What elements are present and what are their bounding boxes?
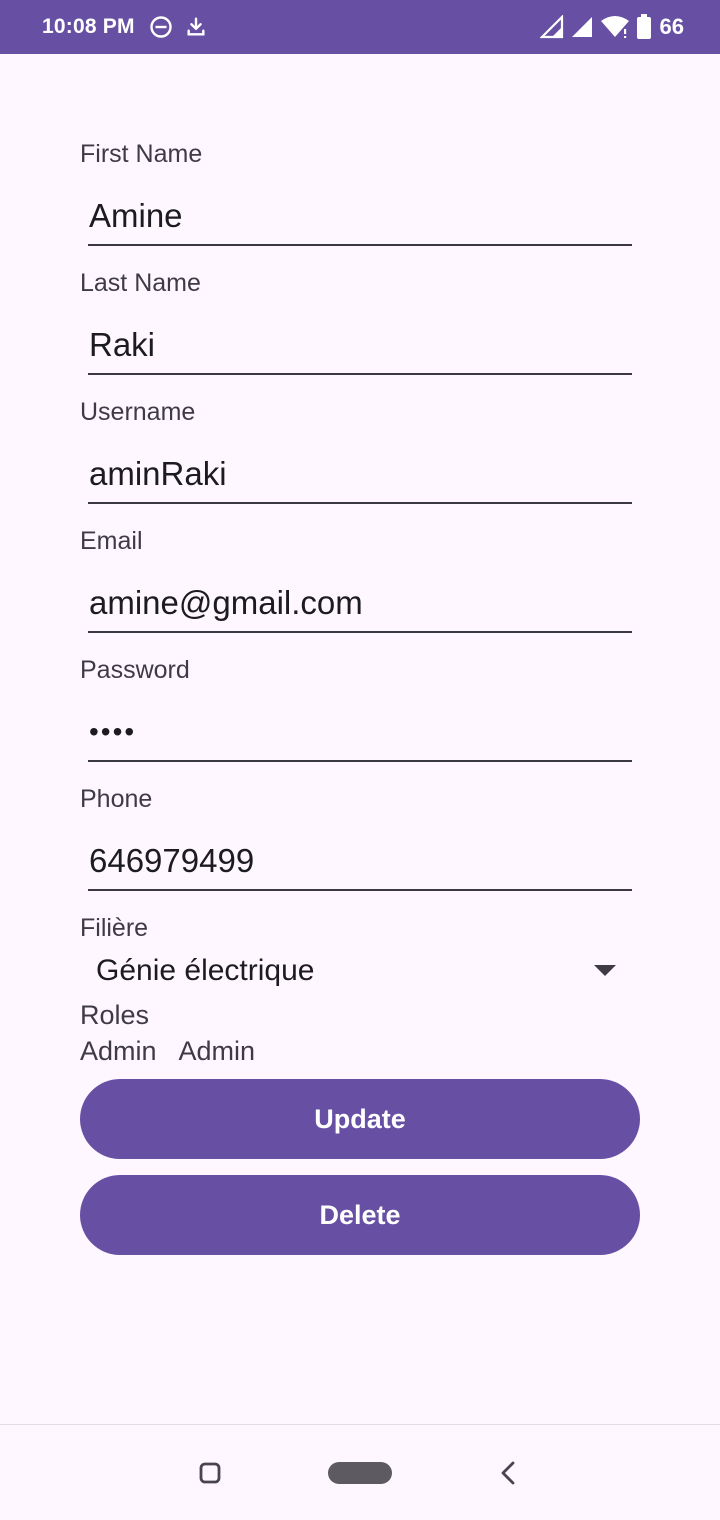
navigation-bar (0, 1424, 720, 1520)
filiere-label: Filière (80, 914, 149, 942)
phone-label: Phone (80, 785, 153, 813)
status-bar: 10:08 PM 66 (0, 0, 720, 54)
recents-icon (199, 1462, 221, 1484)
last-name-label: Last Name (80, 269, 201, 297)
home-button[interactable] (322, 1453, 398, 1493)
email-input[interactable] (88, 575, 632, 633)
roles-label: Roles (80, 1000, 150, 1030)
first-name-label: First Name (80, 140, 203, 168)
wifi-icon (600, 15, 630, 39)
back-button[interactable] (488, 1453, 528, 1493)
signal-icon (570, 15, 594, 39)
dnd-icon (149, 15, 173, 39)
filiere-selected-value: Génie électrique (96, 954, 315, 987)
signal-icon (539, 15, 564, 39)
role-item: Admin (80, 1036, 157, 1066)
battery-level: 66 (659, 14, 684, 39)
delete-button[interactable]: Delete (80, 1175, 640, 1255)
username-input[interactable] (88, 446, 632, 504)
download-icon (185, 16, 207, 38)
home-pill-icon (328, 1462, 392, 1484)
phone-input[interactable] (88, 833, 632, 891)
roles-list: Admin Admin (80, 1036, 255, 1067)
dropdown-arrow-icon (594, 965, 616, 977)
email-label: Email (80, 527, 143, 555)
last-name-input[interactable] (88, 317, 632, 375)
recents-button[interactable] (190, 1453, 230, 1493)
filiere-dropdown[interactable]: Génie électrique (96, 945, 616, 997)
password-label: Password (80, 656, 190, 684)
battery-icon (636, 14, 652, 40)
back-icon (500, 1461, 516, 1485)
password-input[interactable] (88, 704, 632, 762)
update-button[interactable]: Update (80, 1079, 640, 1159)
username-label: Username (80, 398, 196, 426)
first-name-input[interactable] (88, 188, 632, 246)
role-item: Admin (178, 1036, 256, 1066)
status-time: 10:08 PM (42, 15, 135, 38)
